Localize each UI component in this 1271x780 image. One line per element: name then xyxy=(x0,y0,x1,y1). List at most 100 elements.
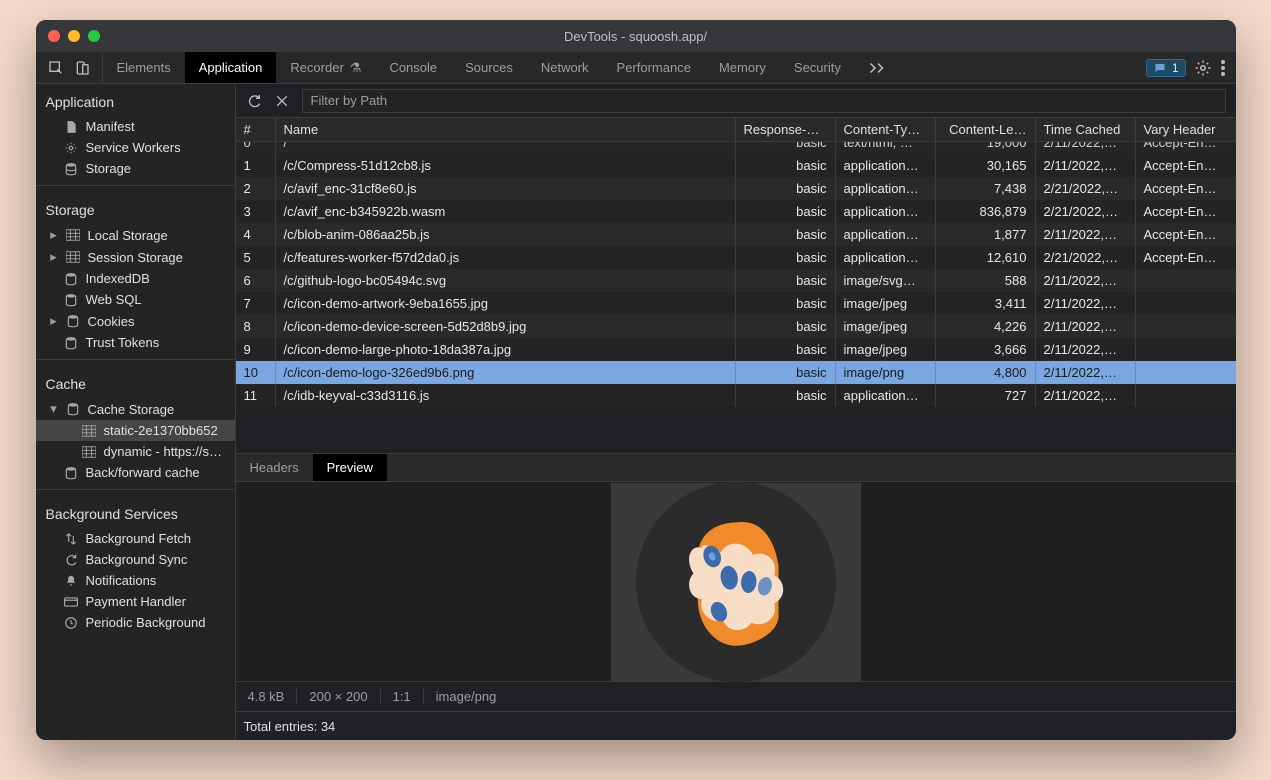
sidebar-item-label: Notifications xyxy=(86,573,157,588)
sidebar-item-bfcache[interactable]: Back/forward cache xyxy=(36,462,235,483)
table-body[interactable]: 0/basictext/html, …19,0002/11/2022,…Acce… xyxy=(236,142,1236,407)
table-cell: application… xyxy=(836,223,936,246)
table-row[interactable]: 5/c/features-worker-f57d2da0.jsbasicappl… xyxy=(236,246,1236,269)
table-row[interactable]: 0/basictext/html, …19,0002/11/2022,…Acce… xyxy=(236,142,1236,154)
table-cell: /c/avif_enc-31cf8e60.js xyxy=(276,177,736,200)
footer: Total entries: 34 xyxy=(236,712,1236,740)
sidebar-item-bg-sync[interactable]: Background Sync xyxy=(36,549,235,570)
sidebar-item-cache-static[interactable]: static-2e1370bb652 xyxy=(36,420,235,441)
th-content-length[interactable]: Content-Le… xyxy=(936,118,1036,141)
more-tabs[interactable] xyxy=(855,52,901,83)
sidebar-item-websql[interactable]: Web SQL xyxy=(36,289,235,310)
kebab-menu-icon[interactable] xyxy=(1220,59,1226,77)
sidebar-item-service-workers[interactable]: Service Workers xyxy=(36,137,235,158)
content: Application Manifest Service Workers Sto… xyxy=(36,84,1236,740)
sidebar-item-label: Local Storage xyxy=(88,228,168,243)
chevron-double-right-icon xyxy=(869,61,887,75)
table-cell: 1,877 xyxy=(936,223,1036,246)
table-row[interactable]: 9/c/icon-demo-large-photo-18da387a.jpgba… xyxy=(236,338,1236,361)
table-row[interactable]: 10/c/icon-demo-logo-326ed9b6.pngbasicima… xyxy=(236,361,1236,384)
tab-recorder[interactable]: Recorder⚗ xyxy=(276,52,375,83)
panel-tabs: Elements Application Recorder⚗ Console S… xyxy=(103,52,1136,83)
sidebar-item-label: Manifest xyxy=(86,119,135,134)
table-row[interactable]: 4/c/blob-anim-086aa25b.jsbasicapplicatio… xyxy=(236,223,1236,246)
preview-tab-headers[interactable]: Headers xyxy=(236,454,313,481)
th-content-type[interactable]: Content-Typ… xyxy=(836,118,936,141)
device-toggle-icon[interactable] xyxy=(74,60,90,76)
table-cell: application… xyxy=(836,200,936,223)
status-mime: image/png xyxy=(424,689,509,704)
sidebar-item-label: Trust Tokens xyxy=(86,335,160,350)
tab-memory[interactable]: Memory xyxy=(705,52,780,83)
table-row[interactable]: 6/c/github-logo-bc05494c.svgbasicimage/s… xyxy=(236,269,1236,292)
filter-input[interactable]: Filter by Path xyxy=(302,89,1226,113)
table-row[interactable]: 3/c/avif_enc-b345922b.wasmbasicapplicati… xyxy=(236,200,1236,223)
table-cell xyxy=(1136,361,1236,384)
table-cell: 2/11/2022,… xyxy=(1036,142,1136,154)
sidebar-item-session-storage[interactable]: ▸Session Storage xyxy=(36,246,235,268)
table-row[interactable]: 7/c/icon-demo-artwork-9eba1655.jpgbasici… xyxy=(236,292,1236,315)
sidebar-item-label: Session Storage xyxy=(88,250,183,265)
sidebar-item-notifications[interactable]: Notifications xyxy=(36,570,235,591)
table-cell: 6 xyxy=(236,269,276,292)
sidebar-item-label: Background Fetch xyxy=(86,531,192,546)
database-icon xyxy=(64,272,78,286)
sidebar-item-storage-app[interactable]: Storage xyxy=(36,158,235,179)
tab-application[interactable]: Application xyxy=(185,52,277,83)
table-cell: basic xyxy=(736,361,836,384)
sidebar-item-trust-tokens[interactable]: Trust Tokens xyxy=(36,332,235,353)
sidebar-item-label: Cache Storage xyxy=(88,402,175,417)
table-cell: basic xyxy=(736,200,836,223)
tab-console[interactable]: Console xyxy=(375,52,451,83)
table-cell: basic xyxy=(736,246,836,269)
table-row[interactable]: 2/c/avif_enc-31cf8e60.jsbasicapplication… xyxy=(236,177,1236,200)
preview-area xyxy=(236,482,1236,682)
table-cell: 30,165 xyxy=(936,154,1036,177)
sidebar-item-cookies[interactable]: ▸Cookies xyxy=(36,310,235,332)
sidebar-item-label: static-2e1370bb652 xyxy=(104,423,218,438)
th-name[interactable]: Name xyxy=(276,118,736,141)
sidebar-item-label: Periodic Background xyxy=(86,615,206,630)
sidebar-item-bg-fetch[interactable]: Background Fetch xyxy=(36,528,235,549)
th-time-cached[interactable]: Time Cached xyxy=(1036,118,1136,141)
tab-network[interactable]: Network xyxy=(527,52,603,83)
sidebar-item-periodic-bg[interactable]: Periodic Background xyxy=(36,612,235,633)
issues-button[interactable]: 1 xyxy=(1146,59,1186,77)
total-entries: Total entries: 34 xyxy=(244,719,336,734)
table-cell: 4,226 xyxy=(936,315,1036,338)
sidebar-item-payment[interactable]: Payment Handler xyxy=(36,591,235,612)
tab-sources[interactable]: Sources xyxy=(451,52,527,83)
th-response-type[interactable]: Response-… xyxy=(736,118,836,141)
sidebar-item-indexeddb[interactable]: IndexedDB xyxy=(36,268,235,289)
table-cell: application… xyxy=(836,246,936,269)
table-cell: text/html, … xyxy=(836,142,936,154)
refresh-icon[interactable] xyxy=(246,93,262,109)
tab-elements[interactable]: Elements xyxy=(103,52,185,83)
database-icon xyxy=(64,336,78,350)
th-vary-header[interactable]: Vary Header xyxy=(1136,118,1236,141)
preview-tab-preview[interactable]: Preview xyxy=(313,454,387,481)
sidebar-section-storage: Storage xyxy=(36,192,235,224)
tab-security[interactable]: Security xyxy=(780,52,855,83)
file-icon xyxy=(64,120,78,134)
table-row[interactable]: 11/c/idb-keyval-c33d3116.jsbasicapplicat… xyxy=(236,384,1236,407)
sidebar-item-cache-dynamic[interactable]: dynamic - https://s… xyxy=(36,441,235,462)
inspect-icon[interactable] xyxy=(48,60,64,76)
table-cell: Accept-En… xyxy=(1136,154,1236,177)
sidebar-item-cache-storage[interactable]: ▾Cache Storage xyxy=(36,398,235,420)
tab-performance[interactable]: Performance xyxy=(603,52,705,83)
table-cell: application… xyxy=(836,177,936,200)
sidebar-item-local-storage[interactable]: ▸Local Storage xyxy=(36,224,235,246)
th-index[interactable]: # xyxy=(236,118,276,141)
sidebar-item-manifest[interactable]: Manifest xyxy=(36,116,235,137)
grid-icon xyxy=(82,424,96,438)
main-area: Filter by Path # Name Response-… Content… xyxy=(236,84,1236,740)
close-icon[interactable] xyxy=(274,93,290,109)
table-row[interactable]: 8/c/icon-demo-device-screen-5d52d8b9.jpg… xyxy=(236,315,1236,338)
table-cell: image/jpeg xyxy=(836,292,936,315)
settings-icon[interactable] xyxy=(1194,59,1212,77)
table-cell xyxy=(1136,338,1236,361)
table-row[interactable]: 1/c/Compress-51d12cb8.jsbasicapplication… xyxy=(236,154,1236,177)
table-cell: 4 xyxy=(236,223,276,246)
table-cell: basic xyxy=(736,338,836,361)
